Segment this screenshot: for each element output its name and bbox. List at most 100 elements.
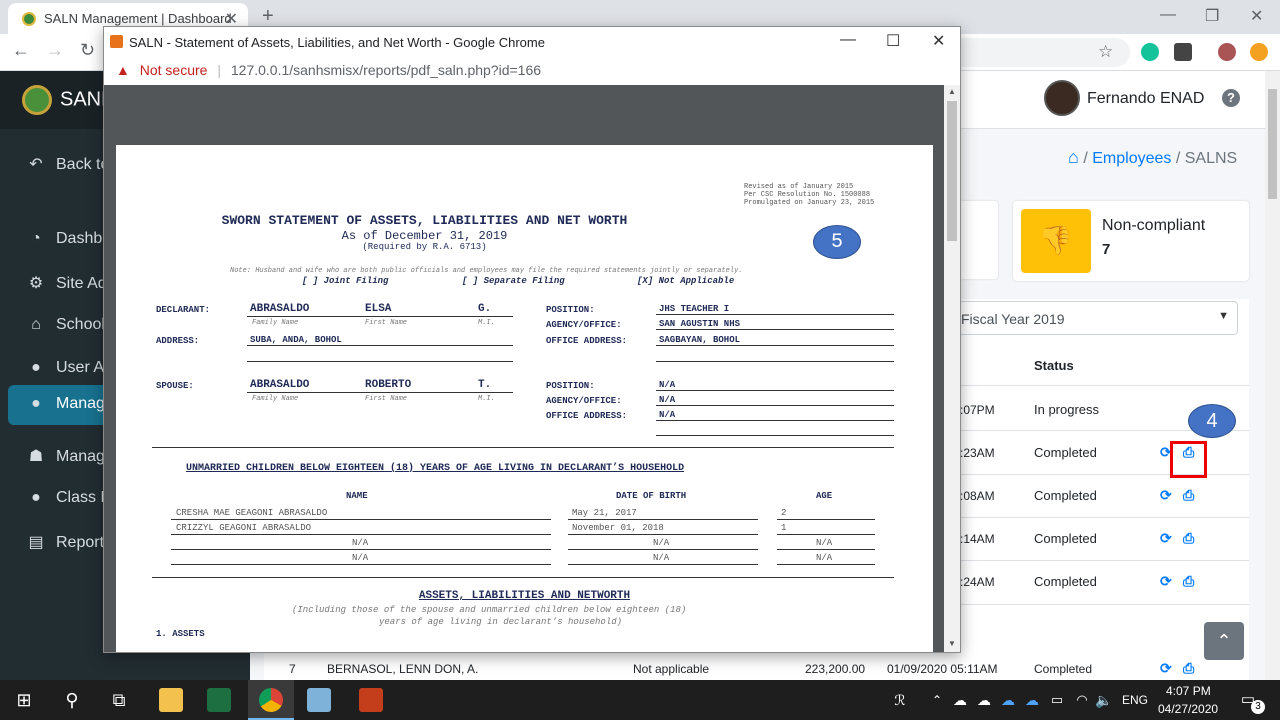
tab-title: SALN Management | Dashboard <box>44 11 232 26</box>
grammarly-icon[interactable] <box>1141 43 1159 61</box>
regenerate-icon[interactable]: ⟳ <box>1160 573 1172 590</box>
security-status[interactable]: Not secure <box>140 62 208 78</box>
table-line <box>171 564 551 565</box>
revised-note-3: Promulgated on January 23, 2015 <box>744 199 875 207</box>
close-window-icon[interactable]: ✕ <box>932 31 945 51</box>
cloud-upload-icon[interactable]: ☁ <box>948 688 972 712</box>
row-status: In progress <box>1034 402 1100 417</box>
clock-time[interactable]: 4:07 PM <box>1166 684 1211 698</box>
cloud-upload-icon[interactable]: ☁ <box>972 688 996 712</box>
excel-icon[interactable] <box>207 688 231 712</box>
popup-titlebar: SALN - Statement of Assets, Liabilities,… <box>104 27 960 57</box>
col-age-header: AGE <box>816 491 833 501</box>
profile-avatar-icon[interactable] <box>1218 43 1236 61</box>
omnibox[interactable]: ☆ <box>960 38 1130 67</box>
notepad-icon[interactable] <box>307 688 331 712</box>
minimize-icon[interactable]: — <box>1160 6 1176 24</box>
volume-icon[interactable]: 🔈 <box>1092 688 1116 712</box>
scroll-down-icon[interactable]: ▼ <box>948 639 956 648</box>
clock-date[interactable]: 04/27/2020 <box>1158 702 1218 716</box>
powerpoint-icon[interactable] <box>359 688 383 712</box>
print-icon[interactable]: ⎙ <box>1183 573 1194 590</box>
school-logo-icon <box>22 85 52 115</box>
row-status: Completed <box>1034 531 1097 546</box>
spouse-office-underline-2 <box>656 435 894 436</box>
warning-icon: ▲ <box>116 62 130 78</box>
school-icon: ⌂ <box>31 316 41 333</box>
onedrive-icon[interactable]: ☁ <box>996 688 1020 712</box>
spouse-agency: N/A <box>659 395 676 405</box>
tray-chevron-icon[interactable]: ⌃ <box>925 688 949 712</box>
username[interactable]: Fernando ENAD <box>1087 90 1204 108</box>
not-applicable-option: [X] Not Applicable <box>637 276 735 286</box>
declarant-mi: G. <box>478 303 492 315</box>
back-to-top-button[interactable]: ⌃ <box>1204 622 1244 660</box>
minimize-icon[interactable]: — <box>840 31 856 49</box>
print-icon[interactable]: ⎙ <box>1183 530 1194 547</box>
spouse-office-underline <box>656 420 894 421</box>
joint-filing-option: [ ] Joint Filing <box>302 276 389 286</box>
forward-icon[interactable]: → <box>46 40 64 61</box>
office-address-label: OFFICE ADDRESS: <box>546 336 628 346</box>
wifi-icon[interactable]: ◠ <box>1070 688 1094 712</box>
mi-caption: M.I. <box>478 319 495 327</box>
assets-subtitle-1: (Including those of the spouse and unmar… <box>292 605 687 615</box>
noncompliant-label: Non-compliant <box>1102 217 1206 234</box>
onedrive-icon[interactable]: ☁ <box>1020 688 1044 712</box>
popup-address-bar[interactable]: ▲ Not secure | 127.0.0.1/sanhsmisx/repor… <box>104 57 960 85</box>
scroll-up-icon[interactable]: ▲ <box>948 87 956 96</box>
sidebar-item-label: Site Ad <box>56 275 107 292</box>
row-filing-type: Not applicable <box>633 662 710 676</box>
popup-url[interactable]: 127.0.0.1/sanhsmisx/reports/pdf_saln.php… <box>231 62 541 78</box>
language-indicator[interactable]: ENG <box>1122 693 1148 707</box>
table-line <box>171 534 551 535</box>
document-title: SWORN STATEMENT OF ASSETS, LIABILITIES A… <box>221 213 628 228</box>
address-label: ADDRESS: <box>156 336 200 346</box>
table-line <box>777 519 875 520</box>
windows-start-icon[interactable]: ⊞ <box>12 688 36 712</box>
chrome-icon[interactable] <box>259 688 283 712</box>
pdf-viewer: Revised as of January 2015 Per CSC Resol… <box>104 85 944 652</box>
address-underline <box>247 345 513 346</box>
new-tab-button[interactable]: + <box>262 5 274 28</box>
spouse-label: SPOUSE: <box>156 381 194 391</box>
step-callout-5: 5 <box>813 225 861 259</box>
file-explorer-icon[interactable] <box>159 688 183 712</box>
help-icon[interactable]: ? <box>1222 89 1240 107</box>
child-dob: May 21, 2017 <box>572 508 637 518</box>
scrollbar-thumb[interactable] <box>947 101 957 241</box>
maximize-icon[interactable]: ☐ <box>886 31 900 51</box>
display-icon[interactable]: ▭ <box>1045 688 1069 712</box>
children-heading: UNMARRIED CHILDREN BELOW EIGHTEEN (18) Y… <box>186 463 685 474</box>
avatar[interactable] <box>1044 80 1080 116</box>
scrollbar-thumb[interactable] <box>1268 89 1277 199</box>
breadcrumb-employees[interactable]: Employees <box>1092 150 1171 167</box>
search-icon[interactable]: ⚲ <box>60 688 84 712</box>
regenerate-icon[interactable]: ⟳ <box>1160 660 1172 677</box>
print-icon[interactable]: ⎙ <box>1183 660 1194 677</box>
page-scrollbar[interactable] <box>1265 71 1280 680</box>
position-label: POSITION: <box>546 305 595 315</box>
reload-icon[interactable]: ↻ <box>80 40 95 61</box>
declarant-address: SUBA, ANDA, BOHOL <box>250 335 342 345</box>
print-icon[interactable]: ⎙ <box>1183 487 1194 504</box>
back-icon[interactable]: ← <box>12 40 30 61</box>
pdf-scrollbar[interactable]: ▲ ▼ <box>944 85 960 652</box>
regenerate-icon[interactable]: ⟳ <box>1160 487 1172 504</box>
home-icon[interactable]: ⌂ <box>1068 147 1079 167</box>
row-time: :24AM <box>960 575 995 589</box>
bookmark-star-icon[interactable]: ☆ <box>1098 42 1113 62</box>
regenerate-icon[interactable]: ⟳ <box>1160 530 1172 547</box>
child-name: N/A <box>352 553 369 563</box>
extension-orange-icon[interactable] <box>1250 43 1268 61</box>
spouse-office-address: N/A <box>659 410 676 420</box>
restore-icon[interactable]: ❐ <box>1205 6 1219 26</box>
people-icon[interactable]: ℛ <box>888 688 912 712</box>
task-view-icon[interactable]: ⧉ <box>107 688 131 712</box>
child-age: 1 <box>781 523 787 533</box>
close-window-icon[interactable]: ✕ <box>1250 6 1263 26</box>
row-number: 7 <box>289 662 296 676</box>
child-dob: N/A <box>653 553 670 563</box>
fiscal-year-select[interactable]: Fiscal Year 2019 ▼ <box>950 301 1238 335</box>
extension-icon[interactable] <box>1174 43 1192 61</box>
